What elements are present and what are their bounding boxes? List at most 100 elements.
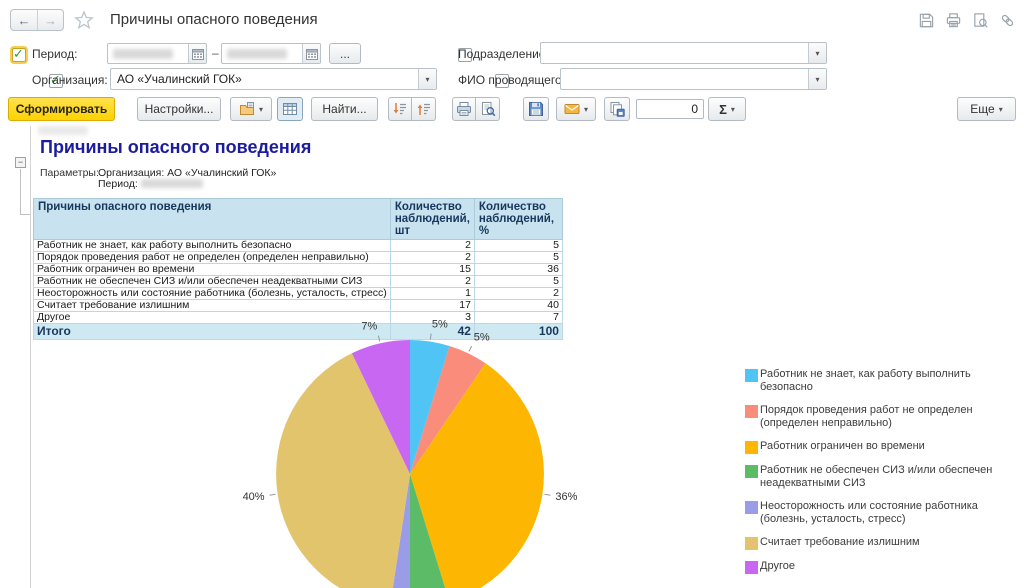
save-icon[interactable] bbox=[918, 12, 935, 29]
chevron-down-icon: ▾ bbox=[815, 75, 819, 84]
legend-swatch bbox=[745, 465, 758, 478]
chevron-down-icon: ▾ bbox=[259, 105, 263, 114]
legend-item: Порядок проведения работ не определен (о… bbox=[745, 404, 1013, 430]
legend-swatch bbox=[745, 537, 758, 550]
pie-percent-label: 40% bbox=[243, 491, 265, 503]
conductor-select[interactable]: ▾ bbox=[560, 68, 827, 90]
settings-button[interactable]: Настройки... bbox=[137, 97, 221, 121]
legend-item: Работник ограничен во времени bbox=[745, 440, 1013, 454]
legend-item: Неосторожность или состояние работника (… bbox=[745, 500, 1013, 526]
calendar-icon bbox=[192, 48, 204, 60]
nav-back-button[interactable]: ← bbox=[11, 10, 37, 30]
pie-label-tick bbox=[270, 494, 276, 495]
print-button[interactable] bbox=[452, 97, 476, 121]
link-icon[interactable] bbox=[999, 12, 1016, 29]
more-button[interactable]: Еще ▾ bbox=[957, 97, 1016, 121]
generate-label: Сформировать bbox=[16, 102, 107, 116]
redacted-date-value bbox=[113, 49, 173, 59]
sigma-icon: Σ bbox=[719, 102, 727, 117]
dropdown-arrow-button[interactable]: ▾ bbox=[418, 69, 436, 89]
organization-select[interactable]: АО «Учалинский ГОК» ▾ bbox=[110, 68, 437, 90]
chevron-down-icon: ▾ bbox=[815, 49, 819, 58]
header-icon-buttons bbox=[918, 12, 1016, 29]
legend-label: Другое bbox=[760, 560, 795, 574]
settings-label: Настройки... bbox=[145, 102, 214, 116]
legend-item: Работник не обеспечен СИЗ и/или обеспече… bbox=[745, 464, 1013, 490]
expand-groups-icon bbox=[416, 101, 432, 117]
autosum-value-input[interactable] bbox=[636, 99, 704, 119]
collapse-groups-button[interactable] bbox=[388, 97, 412, 121]
find-label: Найти... bbox=[322, 102, 366, 116]
more-label: Еще bbox=[970, 102, 994, 116]
legend-label: Работник не обеспечен СИЗ и/или обеспече… bbox=[760, 464, 1013, 490]
print-preview-icon[interactable] bbox=[972, 12, 989, 29]
email-icon bbox=[564, 101, 580, 117]
organization-label: Организация: bbox=[32, 73, 108, 87]
autosum-button[interactable]: Σ ▾ bbox=[708, 97, 746, 121]
department-label: Подразделение: bbox=[458, 47, 549, 61]
favorite-star-button[interactable] bbox=[74, 10, 94, 30]
printer-icon bbox=[456, 101, 472, 117]
report-variants-button[interactable]: ▾ bbox=[230, 97, 272, 121]
legend-swatch bbox=[745, 501, 758, 514]
chevron-down-icon: ▾ bbox=[425, 75, 429, 84]
chevron-down-icon: ▾ bbox=[584, 105, 588, 114]
calendar-button[interactable] bbox=[302, 44, 320, 63]
legend-label: Порядок проведения работ не определен (о… bbox=[760, 404, 1013, 430]
nav-forward-button[interactable]: → bbox=[37, 10, 63, 30]
generate-button[interactable]: Сформировать bbox=[8, 97, 115, 121]
chart-legend: Работник не знает, как работу выполнить … bbox=[745, 368, 1013, 584]
legend-swatch bbox=[745, 405, 758, 418]
organization-value: АО «Учалинский ГОК» bbox=[117, 72, 242, 86]
pie-label-tick bbox=[430, 334, 431, 340]
pie-label-tick bbox=[469, 346, 472, 351]
legend-swatch bbox=[745, 369, 758, 382]
nav-history-buttons: ← → bbox=[10, 9, 64, 31]
legend-label: Работник ограничен во времени bbox=[760, 440, 925, 454]
legend-label: Считает требование излишним bbox=[760, 536, 920, 550]
save-result-button[interactable] bbox=[604, 97, 630, 121]
calendar-button[interactable] bbox=[188, 44, 206, 63]
period-dash: – bbox=[212, 46, 219, 60]
period-label: Период: bbox=[32, 47, 77, 61]
legend-item: Считает требование излишним bbox=[745, 536, 1013, 550]
find-button[interactable]: Найти... bbox=[311, 97, 378, 121]
table-view-icon bbox=[282, 101, 298, 117]
department-select[interactable]: ▾ bbox=[540, 42, 827, 64]
expand-groups-button[interactable] bbox=[412, 97, 436, 121]
chevron-down-icon: ▾ bbox=[731, 105, 735, 114]
legend-swatch bbox=[745, 561, 758, 574]
save-file-icon bbox=[528, 101, 544, 117]
legend-item: Другое bbox=[745, 560, 1013, 574]
chevron-down-icon: ▾ bbox=[999, 105, 1003, 114]
save-file-button[interactable] bbox=[523, 97, 549, 121]
page-title: Причины опасного поведения bbox=[110, 11, 318, 28]
legend-swatch bbox=[745, 441, 758, 454]
printer-icon[interactable] bbox=[945, 12, 962, 29]
pie-percent-label: 5% bbox=[432, 319, 448, 331]
save-result-icon bbox=[609, 101, 625, 117]
ellipsis-label: ... bbox=[340, 47, 350, 61]
period-ellipsis-button[interactable]: ... bbox=[329, 43, 361, 64]
pie-label-tick bbox=[545, 494, 551, 495]
period-date-to-input[interactable] bbox=[221, 43, 321, 64]
pie-percent-label: 36% bbox=[555, 491, 577, 503]
period-date-from-input[interactable] bbox=[107, 43, 207, 64]
report-canvas: − Причины опасного поведения Параметры: … bbox=[0, 126, 1024, 588]
legend-item: Работник не знает, как работу выполнить … bbox=[745, 368, 1013, 394]
report-window: ← → Причины опасного поведения Период: –… bbox=[0, 0, 1024, 588]
legend-label: Неосторожность или состояние работника (… bbox=[760, 500, 1013, 526]
collapse-groups-icon bbox=[392, 101, 408, 117]
calendar-icon bbox=[306, 48, 318, 60]
dropdown-arrow-button[interactable]: ▾ bbox=[808, 69, 826, 89]
period-checkbox[interactable] bbox=[12, 48, 26, 62]
nav-row: ← → Причины опасного поведения bbox=[0, 0, 1024, 38]
pie-percent-label: 5% bbox=[474, 332, 490, 344]
table-view-button[interactable] bbox=[277, 97, 303, 121]
legend-label: Работник не знает, как работу выполнить … bbox=[760, 368, 1013, 394]
dropdown-arrow-button[interactable]: ▾ bbox=[808, 43, 826, 63]
email-button[interactable]: ▾ bbox=[556, 97, 596, 121]
redacted-date-value bbox=[227, 49, 287, 59]
print-preview-button[interactable] bbox=[476, 97, 500, 121]
back-arrow-icon: ← bbox=[18, 13, 31, 28]
